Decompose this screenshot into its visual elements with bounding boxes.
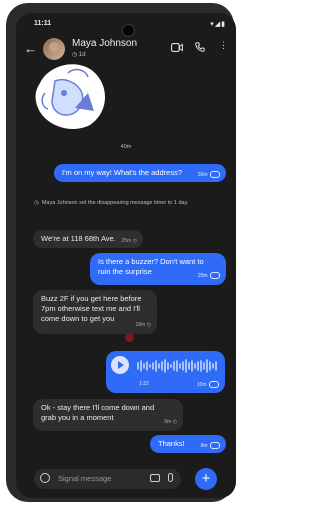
phone-icon[interactable] — [195, 42, 205, 52]
message-time: 8m — [200, 443, 208, 449]
voice-message-bubble[interactable]: 1:32 10m — [106, 351, 225, 393]
timer-icon: ◷ — [132, 238, 137, 244]
delivered-icon — [210, 272, 220, 280]
message-time: 30m — [197, 172, 208, 178]
message-composer[interactable]: Signal message — [34, 469, 181, 489]
timer-icon: ◷ — [146, 322, 151, 328]
front-camera — [122, 24, 135, 37]
back-arrow-icon[interactable]: ← — [24, 41, 37, 56]
reaction-heart-icon[interactable] — [125, 333, 134, 342]
contact-name[interactable]: Maya Johnson — [72, 38, 137, 49]
timer-icon: ◷ — [34, 200, 39, 206]
message-bubble-incoming[interactable]: We're at 118 68th Ave. 25m ◷ — [33, 230, 143, 248]
message-bubble-incoming[interactable]: Ok - stay there I'll come down and grab … — [33, 399, 183, 431]
message-input[interactable]: Signal message — [58, 474, 111, 483]
message-text: I'm on my way! What's the address? — [62, 168, 182, 177]
status-time: 11:11 — [34, 20, 52, 27]
waveform-icon[interactable] — [136, 359, 220, 373]
message-text: Buzz 2F if you get here before 7pm other… — [41, 294, 142, 323]
sticker-image[interactable] — [30, 63, 120, 133]
play-icon[interactable] — [111, 356, 129, 374]
timer-value: 1d — [78, 52, 86, 58]
message-time: 25m — [121, 238, 132, 244]
phone-frame: 11:11 ▾◢▮ ← Maya Johnson ◷ 1d ⋮ 40m I'm … — [6, 3, 236, 502]
voice-duration: 1:32 — [139, 381, 149, 387]
disappearing-timer: ◷ 1d — [72, 51, 86, 58]
timer-icon: ◷ — [72, 52, 78, 58]
microphone-icon[interactable] — [168, 473, 173, 482]
video-camera-icon[interactable] — [171, 43, 183, 52]
date-divider: 40m — [120, 144, 132, 150]
emoji-icon[interactable] — [40, 473, 50, 483]
system-message-text: Maya Johnson set the disappearing messag… — [41, 200, 189, 206]
avatar[interactable] — [43, 38, 65, 60]
message-time: 10m — [196, 381, 207, 388]
message-bubble-incoming[interactable]: Buzz 2F if you get here before 7pm other… — [33, 290, 157, 334]
chat-header: ← Maya Johnson ◷ 1d ⋮ — [16, 35, 236, 65]
attach-plus-button[interactable]: + — [195, 468, 217, 490]
message-text: We're at 118 68th Ave. — [41, 234, 116, 243]
message-time: 20m — [197, 273, 208, 279]
battery-icon: ▮ — [221, 21, 226, 28]
message-bubble-outgoing[interactable]: Thanks! 8m — [150, 435, 226, 453]
timer-icon: ◷ — [172, 419, 177, 425]
delivered-icon — [209, 381, 219, 388]
message-bubble-outgoing[interactable]: Is there a buzzer? Don't want to ruin th… — [90, 253, 226, 285]
message-bubble-outgoing[interactable]: I'm on my way! What's the address? 30m — [54, 164, 226, 182]
screen: 11:11 ▾◢▮ ← Maya Johnson ◷ 1d ⋮ 40m I'm … — [16, 13, 236, 498]
more-vertical-icon[interactable]: ⋮ — [219, 40, 228, 51]
message-time: 18m — [135, 322, 146, 328]
delivered-icon — [210, 171, 220, 179]
message-text: Thanks! — [158, 439, 185, 448]
message-text: Ok - stay there I'll come down and grab … — [41, 403, 155, 422]
status-icons: ▾◢▮ — [210, 20, 226, 28]
delivered-icon — [210, 442, 220, 450]
camera-icon[interactable] — [150, 474, 160, 482]
message-time: 8m — [164, 419, 172, 425]
system-message: ◷ Maya Johnson set the disappearing messa… — [34, 199, 224, 207]
message-text: Is there a buzzer? Don't want to ruin th… — [98, 257, 204, 276]
